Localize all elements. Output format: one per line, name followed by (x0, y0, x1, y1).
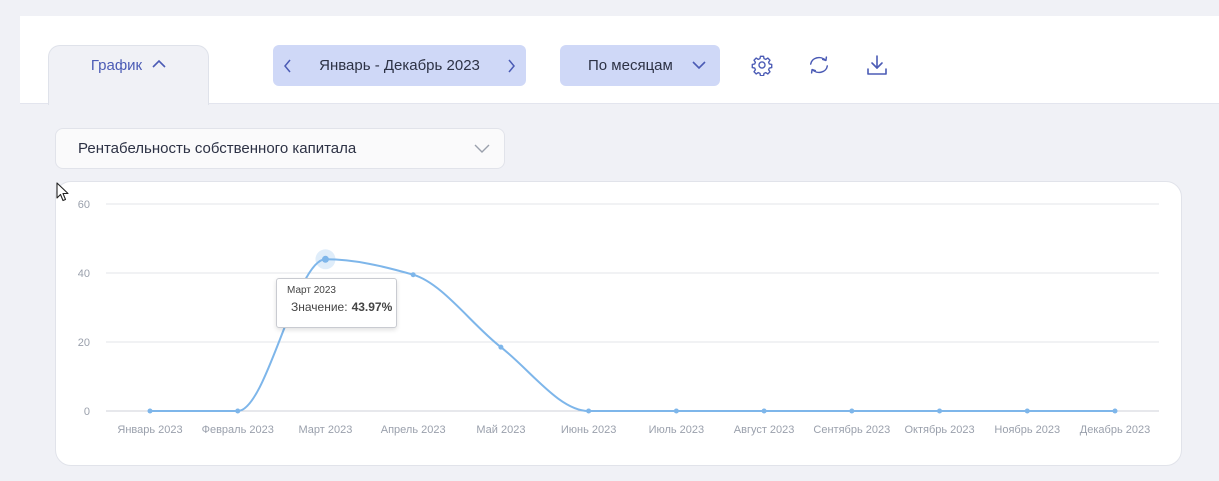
refresh-button[interactable] (807, 53, 831, 77)
x-tick-label: Январь 2023 (117, 424, 182, 436)
x-tick-label: Декабрь 2023 (1080, 424, 1150, 436)
data-point (586, 408, 592, 414)
chevron-up-icon (152, 59, 166, 68)
x-tick-label: Июль 2023 (649, 424, 705, 436)
tab-chart-label: График (90, 57, 143, 74)
period-next-button[interactable] (507, 59, 516, 73)
data-point (147, 408, 153, 414)
group-by-label: По месяцам (588, 57, 673, 74)
data-point (498, 344, 504, 350)
settings-button[interactable] (750, 53, 774, 77)
x-tick-label: Март 2023 (299, 424, 353, 436)
metric-dropdown[interactable]: Рентабельность собственного капитала (55, 128, 505, 169)
chevron-left-icon (284, 59, 291, 72)
data-point (235, 408, 241, 414)
data-point (849, 408, 855, 414)
chart-tooltip: Март 2023 Значение: 43.97% (276, 278, 397, 328)
x-tick-label: Февраль 2023 (202, 424, 274, 436)
settings-icon (751, 55, 773, 76)
download-icon (867, 55, 887, 75)
data-point (321, 255, 329, 263)
y-tick-label: 20 (78, 337, 90, 349)
period-label: Январь - Декабрь 2023 (319, 57, 480, 74)
x-tick-label: Май 2023 (476, 424, 525, 436)
data-point (1024, 408, 1030, 414)
data-point (673, 408, 679, 414)
data-point (761, 408, 767, 414)
tooltip-label: Значение: (291, 300, 348, 314)
period-prev-button[interactable] (283, 59, 292, 73)
data-point (410, 272, 416, 278)
app-panel: График Январь - Декабрь 2023 По месяцам (20, 16, 1219, 481)
line-chart: 0 20 40 60 Январь 2023 Февраль 2023 Март 2023 А… (78, 199, 1159, 436)
y-tick-label: 0 (84, 406, 90, 418)
metric-label: Рентабельность собственного капитала (78, 140, 357, 157)
x-tick-label: Сентябрь 2023 (813, 424, 890, 436)
x-tick-label: Август 2023 (734, 424, 795, 436)
x-tick-label: Апрель 2023 (381, 424, 446, 436)
refresh-icon (809, 56, 829, 74)
tooltip-row: Значение: 43.97% (287, 300, 392, 314)
tooltip-value: 43.97% (351, 300, 393, 314)
chart-card: 0 20 40 60 Январь 2023 Февраль 2023 Март 2023 А… (55, 181, 1182, 466)
mouse-cursor-icon (56, 182, 69, 202)
data-point (1112, 408, 1118, 414)
download-button[interactable] (865, 53, 889, 77)
x-tick-label: Октябрь 2023 (904, 424, 974, 436)
toolbar: График Январь - Декабрь 2023 По месяцам (20, 16, 1219, 105)
y-tick-label: 40 (78, 268, 90, 280)
group-by-dropdown[interactable]: По месяцам (560, 45, 720, 86)
x-tick-label: Июнь 2023 (561, 424, 617, 436)
chevron-down-icon (474, 144, 490, 153)
period-selector: Январь - Декабрь 2023 (273, 45, 526, 86)
tab-chart[interactable]: График (48, 45, 209, 105)
tooltip-title: Март 2023 (287, 285, 336, 296)
y-tick-label: 60 (78, 199, 90, 211)
chevron-down-icon (692, 61, 706, 70)
data-point (937, 408, 943, 414)
chevron-right-icon (508, 59, 515, 72)
x-tick-label: Ноябрь 2023 (994, 424, 1060, 436)
